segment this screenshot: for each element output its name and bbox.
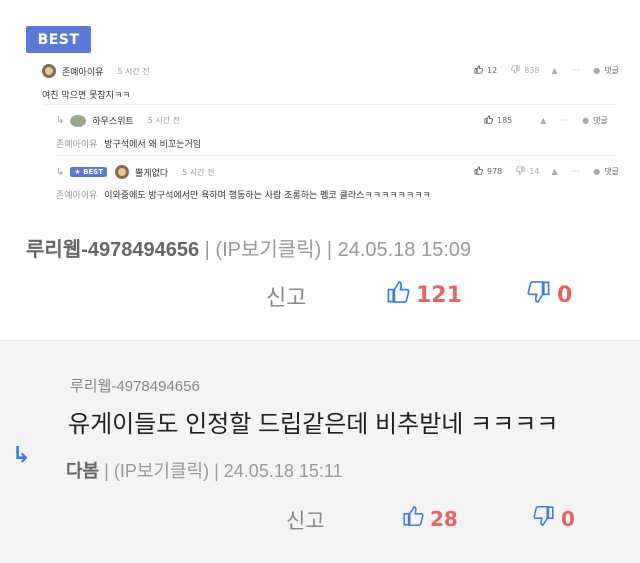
reply-author[interactable]: 다봄 bbox=[66, 461, 99, 481]
best-tag: BEST bbox=[26, 26, 91, 53]
meerkat-icon bbox=[115, 165, 130, 179]
comment-time: 5 시간 전 bbox=[182, 167, 215, 177]
egg-icon bbox=[70, 114, 87, 127]
reply-like-count: 28 bbox=[430, 506, 458, 531]
report-icon[interactable]: ▲ bbox=[551, 66, 557, 75]
dislike-count: 838 bbox=[524, 66, 540, 75]
post-dislike-count: 0 bbox=[557, 282, 573, 308]
ip-link[interactable]: (IP보기클릭) bbox=[114, 461, 209, 481]
reply-arrow-icon: ↳ bbox=[56, 166, 65, 178]
comment-time: 5 시간 전 bbox=[147, 116, 181, 125]
like-count: 12 bbox=[487, 66, 498, 75]
like-icon[interactable] bbox=[474, 166, 483, 177]
separator: | bbox=[214, 461, 224, 481]
best-badge-label: BEST bbox=[83, 168, 104, 176]
comment-2-actions: 185 ▲ ··· ● 댓글 bbox=[484, 115, 608, 126]
quoted-author[interactable]: 루리웹-4978494656 bbox=[70, 375, 200, 396]
post-like-count: 121 bbox=[416, 282, 462, 308]
like-count: 978 bbox=[487, 167, 503, 176]
comment-1-header: 존예아이유 5 시간 전 bbox=[42, 64, 150, 78]
dislike-icon[interactable] bbox=[511, 65, 520, 76]
separator: | bbox=[104, 461, 114, 481]
ip-link[interactable]: (IP보기클릭) bbox=[215, 239, 321, 261]
post-like-button[interactable]: 121 bbox=[386, 280, 462, 310]
dislike-icon[interactable] bbox=[516, 166, 525, 177]
comment-1-actions: 12 838 ▲ ··· ● 댓글 bbox=[474, 65, 619, 76]
report-button[interactable]: 신고 bbox=[266, 280, 306, 312]
thumbs-up-icon bbox=[386, 280, 410, 310]
reply-dislike-button[interactable]: 0 bbox=[533, 505, 575, 532]
reply-like-button[interactable]: 28 bbox=[402, 505, 458, 532]
comment-text: 방구석에서 왜 비꼬는거임 bbox=[104, 140, 202, 150]
post-author[interactable]: 루리웹-4978494656 bbox=[26, 239, 199, 261]
mention[interactable]: 존예아이유 bbox=[56, 191, 97, 201]
reply-icon[interactable]: ● bbox=[582, 116, 589, 125]
reply-button[interactable]: 댓글 bbox=[604, 166, 619, 177]
like-count: 185 bbox=[497, 116, 513, 125]
reply-arrow-icon: ↳ bbox=[56, 115, 65, 126]
divider bbox=[56, 155, 616, 156]
report-icon[interactable]: ▲ bbox=[551, 167, 557, 176]
comment-3-actions: 978 14 ▲ ··· ● 댓글 bbox=[474, 166, 619, 177]
reply-text: 유게이들도 인정할 드립같은데 비추받네 ㅋㅋㅋㅋ bbox=[68, 411, 559, 438]
comment-text-line: 존예아이유 방구석에서 왜 비꼬는거임 bbox=[56, 137, 201, 150]
dislike-count: 14 bbox=[529, 167, 540, 176]
report-button[interactable]: 신고 bbox=[286, 505, 325, 535]
report-icon[interactable]: ▲ bbox=[540, 116, 546, 125]
comment-text: 여친 막으면 못참지ㅋㅋ bbox=[42, 91, 131, 101]
comment-time: 5 시간 전 bbox=[117, 66, 150, 76]
separator: | bbox=[326, 239, 338, 261]
reply-dislike-count: 0 bbox=[561, 506, 575, 531]
separator: | bbox=[204, 239, 216, 261]
divider bbox=[42, 104, 616, 105]
reply-arrow-icon: ↳ bbox=[12, 443, 31, 468]
reply-icon[interactable]: ● bbox=[593, 66, 600, 75]
more-icon[interactable]: ··· bbox=[572, 167, 580, 176]
comment-text-line: 존예아이유 이와중에도 방구석에서만 욕하며 행동하는 사람 조롱하는 펨코 클… bbox=[56, 188, 431, 201]
post-author-line: 루리웹-4978494656 | (IP보기클릭) | 24.05.18 15:… bbox=[26, 233, 471, 262]
comment-2-header: ↳ 하우스위트 5 시간 전 bbox=[56, 114, 180, 127]
like-icon[interactable] bbox=[474, 65, 483, 76]
comment-author[interactable]: 존예아이유 bbox=[62, 65, 103, 78]
reply-date: 24.05.18 15:11 bbox=[223, 461, 343, 481]
post-date: 24.05.18 15:09 bbox=[337, 239, 472, 261]
thumbs-down-icon bbox=[527, 280, 551, 310]
meerkat-icon bbox=[42, 64, 56, 78]
more-icon[interactable]: ··· bbox=[572, 66, 580, 75]
reply-button[interactable]: 댓글 bbox=[604, 65, 619, 76]
more-icon[interactable]: ··· bbox=[560, 116, 568, 125]
thumbs-down-icon bbox=[533, 505, 555, 532]
reply-button[interactable]: 댓글 bbox=[593, 115, 608, 126]
comment-text: 이와중에도 방구석에서만 욕하며 행동하는 사람 조롱하는 펨코 클라스ㅋㅋㅋㅋ… bbox=[104, 191, 431, 201]
reply-author-line: 다봄 | (IP보기클릭) | 24.05.18 15:11 bbox=[66, 457, 343, 483]
post-dislike-button[interactable]: 0 bbox=[527, 280, 572, 310]
comment-author[interactable]: 하우스위트 bbox=[92, 114, 133, 127]
mention[interactable]: 존예아이유 bbox=[56, 140, 97, 150]
like-icon[interactable] bbox=[484, 115, 493, 126]
reply-icon[interactable]: ● bbox=[593, 167, 600, 176]
comment-3-header: ↳ ★ BEST 뿔게없다 5 시간 전 bbox=[56, 165, 214, 179]
best-badge: ★ BEST bbox=[70, 167, 108, 177]
comment-author[interactable]: 뿔게없다 bbox=[135, 166, 168, 179]
thumbs-up-icon bbox=[402, 505, 424, 532]
